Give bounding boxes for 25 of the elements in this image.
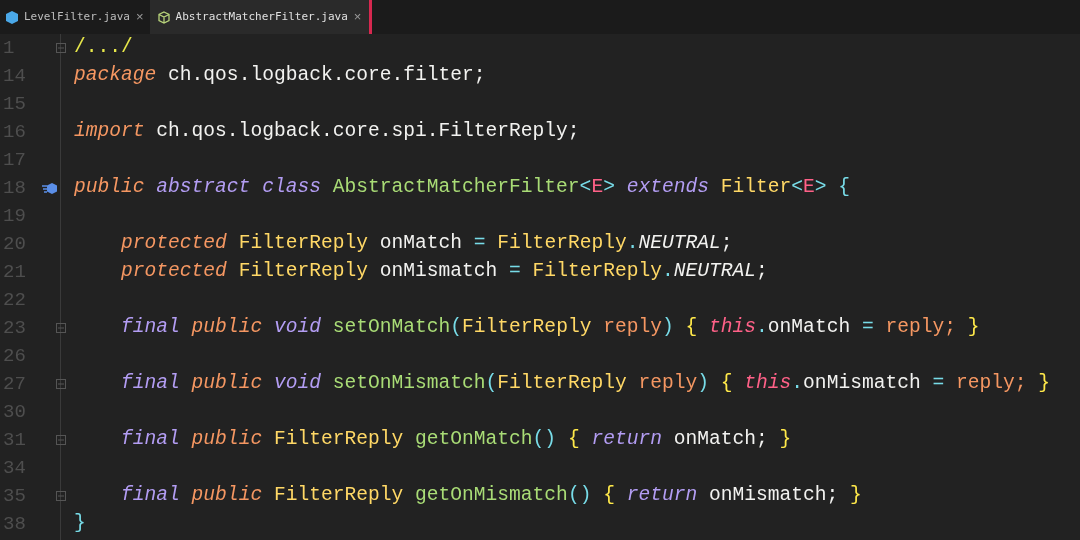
code-line: /.../ [74,35,133,61]
fold-icon[interactable] [56,435,66,445]
code-line: final public void setOnMatch(FilterReply reply) { this.onMatch = reply; } [120,315,980,341]
editor-tab[interactable]: LevelFilter.java × [0,0,150,34]
close-icon[interactable]: × [135,7,144,27]
fold-icon[interactable] [56,491,66,501]
implementation-icon[interactable] [42,181,58,195]
cube-icon [157,10,170,24]
code-line: public abstract class AbstractMatcherFilter<E> extends Filter<E> { [74,175,851,201]
code-line: protected FilterReply onMismatch = FilterReply.NEUTRAL; [120,259,768,285]
fold-icon[interactable] [56,379,66,389]
code-line: } [74,511,86,537]
code-line: final public void setOnMismatch(FilterReply reply) { this.onMismatch = reply; } [120,371,1051,397]
tab-label: AbstractMatcherFilter.java [175,8,348,25]
close-icon[interactable]: × [353,7,362,27]
code-line: protected FilterReply onMatch = FilterReply.NEUTRAL; [120,231,733,257]
code-line: final public FilterReply getOnMismatch() { return onMismatch; } [120,483,862,509]
tab-label: LevelFilter.java [24,8,130,25]
editor-tab[interactable]: AbstractMatcherFilter.java × [149,0,373,34]
code-line: final public FilterReply getOnMatch() { return onMatch; } [120,427,792,453]
code-line: import ch.qos.logback.core.spi.FilterReply; [74,119,580,145]
fold-icon[interactable] [56,323,66,333]
cube-icon [6,10,18,24]
code-line: package ch.qos.logback.core.filter; [74,63,486,89]
fold-icon[interactable] [56,43,66,53]
